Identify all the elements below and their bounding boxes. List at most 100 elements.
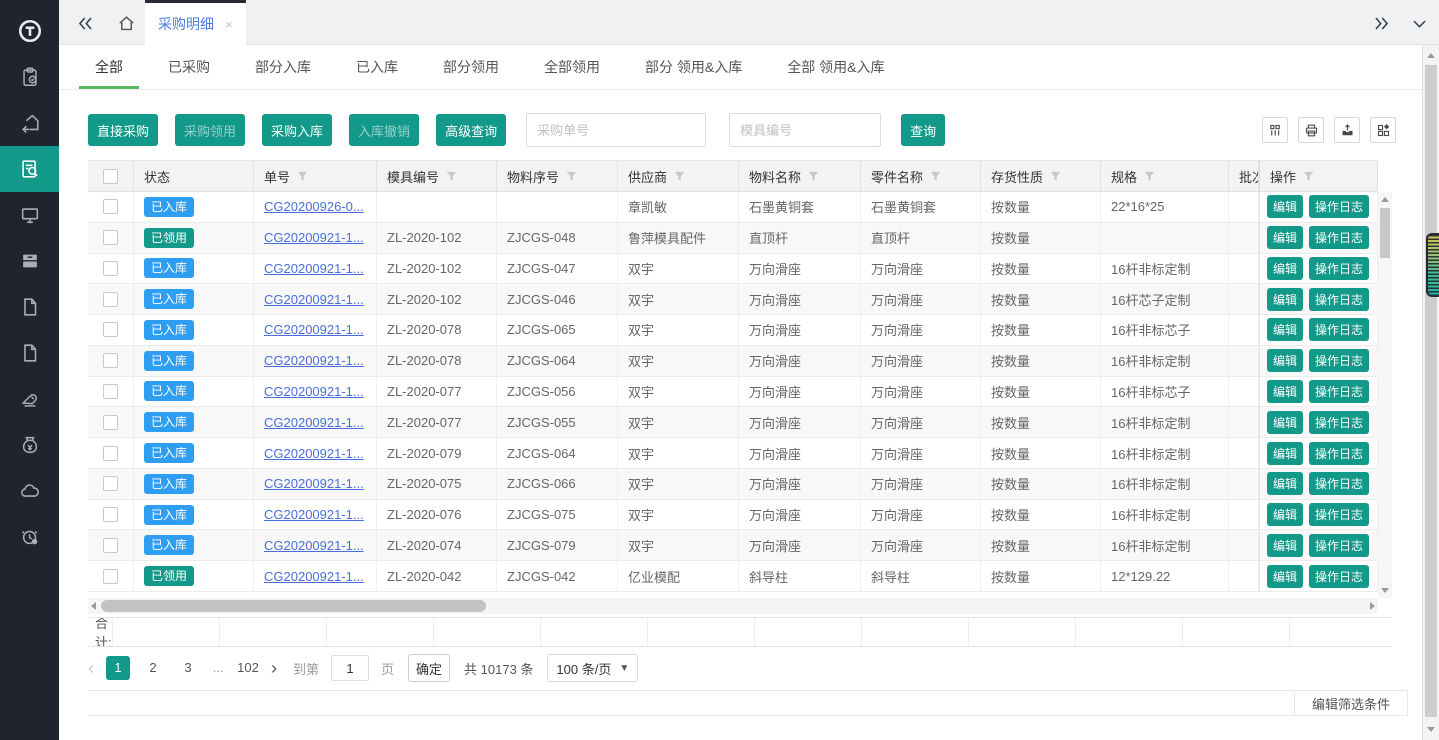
page-scroll-thumb[interactable] — [1425, 65, 1437, 717]
operation-log-button[interactable]: 操作日志 — [1309, 257, 1369, 280]
status-tab-1[interactable]: 已采购 — [152, 45, 226, 89]
sidebar-item-archive[interactable] — [0, 238, 59, 284]
order-link[interactable]: CG20200921-1... — [264, 538, 364, 553]
filter-icon[interactable] — [446, 171, 457, 182]
edit-button[interactable]: 编辑 — [1267, 349, 1303, 372]
operation-log-button[interactable]: 操作日志 — [1309, 534, 1369, 557]
column-settings-icon[interactable] — [1262, 117, 1288, 143]
order-link[interactable]: CG20200926-0... — [264, 199, 364, 214]
row-checkbox[interactable] — [103, 538, 118, 553]
order-link[interactable]: CG20200921-1... — [264, 353, 364, 368]
home-icon[interactable] — [114, 11, 138, 35]
row-checkbox[interactable] — [103, 322, 118, 337]
goto-page-input[interactable] — [331, 655, 369, 681]
order-link[interactable]: CG20200921-1... — [264, 507, 364, 522]
status-tab-4[interactable]: 部分领用 — [427, 45, 515, 89]
sidebar-item-document-2[interactable] — [0, 330, 59, 376]
operation-log-button[interactable]: 操作日志 — [1309, 318, 1369, 341]
tab-close-icon[interactable]: × — [225, 18, 233, 31]
print-icon[interactable] — [1298, 117, 1324, 143]
edit-button[interactable]: 编辑 — [1267, 565, 1303, 588]
scroll-down-icon[interactable] — [1381, 588, 1389, 593]
sidebar-item-finance[interactable] — [0, 422, 59, 468]
search-order-input[interactable] — [526, 113, 706, 147]
edit-button[interactable]: 编辑 — [1267, 503, 1303, 526]
direct-purchase-button[interactable]: 直接采购 — [88, 114, 158, 146]
prev-page-icon[interactable]: ‹ — [88, 659, 94, 677]
table-vertical-scrollbar[interactable] — [1378, 192, 1392, 598]
advanced-query-button[interactable]: 高级查询 — [436, 114, 506, 146]
confirm-button[interactable]: 确定 — [408, 654, 450, 682]
tab-purchase-detail[interactable]: 采购明细 × — [145, 0, 246, 45]
edit-filter-button[interactable]: 编辑筛选条件 — [1294, 690, 1408, 716]
filter-icon[interactable] — [1303, 171, 1314, 182]
operation-log-button[interactable]: 操作日志 — [1309, 411, 1369, 434]
row-checkbox[interactable] — [103, 507, 118, 522]
page-scroll-down-icon[interactable] — [1427, 727, 1435, 732]
order-link[interactable]: CG20200921-1... — [264, 322, 364, 337]
search-mold-input[interactable] — [729, 113, 881, 147]
status-tab-2[interactable]: 部分入库 — [239, 45, 327, 89]
status-tab-6[interactable]: 部分 领用&入库 — [629, 45, 758, 89]
row-checkbox[interactable] — [103, 261, 118, 276]
operation-log-button[interactable]: 操作日志 — [1309, 195, 1369, 218]
horizontal-scroll-thumb[interactable] — [101, 600, 486, 612]
page-current[interactable]: 1 — [106, 656, 130, 680]
order-link[interactable]: CG20200921-1... — [264, 415, 364, 430]
edit-button[interactable]: 编辑 — [1267, 318, 1303, 341]
row-checkbox[interactable] — [103, 384, 118, 399]
scroll-up-icon[interactable] — [1381, 197, 1389, 202]
page-scroll-up-icon[interactable] — [1427, 53, 1435, 58]
query-button[interactable]: 查询 — [901, 114, 945, 146]
row-checkbox[interactable] — [103, 476, 118, 491]
edit-button[interactable]: 编辑 — [1267, 226, 1303, 249]
filter-icon[interactable] — [808, 171, 819, 182]
operation-log-button[interactable]: 操作日志 — [1309, 472, 1369, 495]
operation-log-button[interactable]: 操作日志 — [1309, 503, 1369, 526]
sidebar-item-cloud[interactable] — [0, 468, 59, 514]
row-checkbox[interactable] — [103, 292, 118, 307]
filter-icon[interactable] — [1144, 171, 1155, 182]
page-item[interactable]: 102 — [236, 656, 260, 680]
row-checkbox[interactable] — [103, 415, 118, 430]
status-tab-5[interactable]: 全部领用 — [528, 45, 616, 89]
operation-log-button[interactable]: 操作日志 — [1309, 442, 1369, 465]
edit-button[interactable]: 编辑 — [1267, 442, 1303, 465]
table-horizontal-scrollbar[interactable] — [88, 598, 1378, 614]
operation-log-button[interactable]: 操作日志 — [1309, 288, 1369, 311]
app-logo[interactable] — [0, 8, 59, 54]
edit-button[interactable]: 编辑 — [1267, 380, 1303, 403]
status-tab-0[interactable]: 全部 — [79, 45, 139, 89]
sidebar-item-import[interactable] — [0, 100, 59, 146]
vertical-scroll-thumb[interactable] — [1380, 208, 1390, 258]
edit-button[interactable]: 编辑 — [1267, 257, 1303, 280]
row-checkbox[interactable] — [103, 569, 118, 584]
order-link[interactable]: CG20200921-1... — [264, 261, 364, 276]
collapse-sidebar-icon[interactable] — [73, 11, 97, 35]
page-item[interactable]: 3 — [176, 656, 200, 680]
page-size-select[interactable]: 100 条/页 ▼ — [547, 654, 638, 682]
select-all-checkbox[interactable] — [103, 169, 118, 184]
operation-log-button[interactable]: 操作日志 — [1309, 565, 1369, 588]
status-tab-7[interactable]: 全部 领用&入库 — [771, 45, 900, 89]
sidebar-item-purchase-query[interactable] — [0, 146, 59, 192]
scroll-right-icon[interactable] — [1370, 602, 1375, 610]
order-link[interactable]: CG20200921-1... — [264, 569, 364, 584]
edit-button[interactable]: 编辑 — [1267, 472, 1303, 495]
export-icon[interactable] — [1334, 117, 1360, 143]
purchase-requisition-button[interactable]: 采购领用 — [175, 114, 245, 146]
page-scrollbar[interactable] — [1422, 45, 1439, 740]
edit-button[interactable]: 编辑 — [1267, 288, 1303, 311]
filter-icon[interactable] — [566, 171, 577, 182]
filter-icon[interactable] — [674, 171, 685, 182]
sidebar-item-clipboard[interactable] — [0, 54, 59, 100]
row-checkbox[interactable] — [103, 353, 118, 368]
sidebar-item-alerts[interactable] — [0, 514, 59, 560]
sidebar-item-monitor[interactable] — [0, 192, 59, 238]
status-tab-3[interactable]: 已入库 — [340, 45, 414, 89]
edit-button[interactable]: 编辑 — [1267, 195, 1303, 218]
sidebar-item-stamp[interactable] — [0, 376, 59, 422]
operation-log-button[interactable]: 操作日志 — [1309, 349, 1369, 372]
inbound-cancel-button[interactable]: 入库撤销 — [349, 114, 419, 146]
filter-icon[interactable] — [930, 171, 941, 182]
